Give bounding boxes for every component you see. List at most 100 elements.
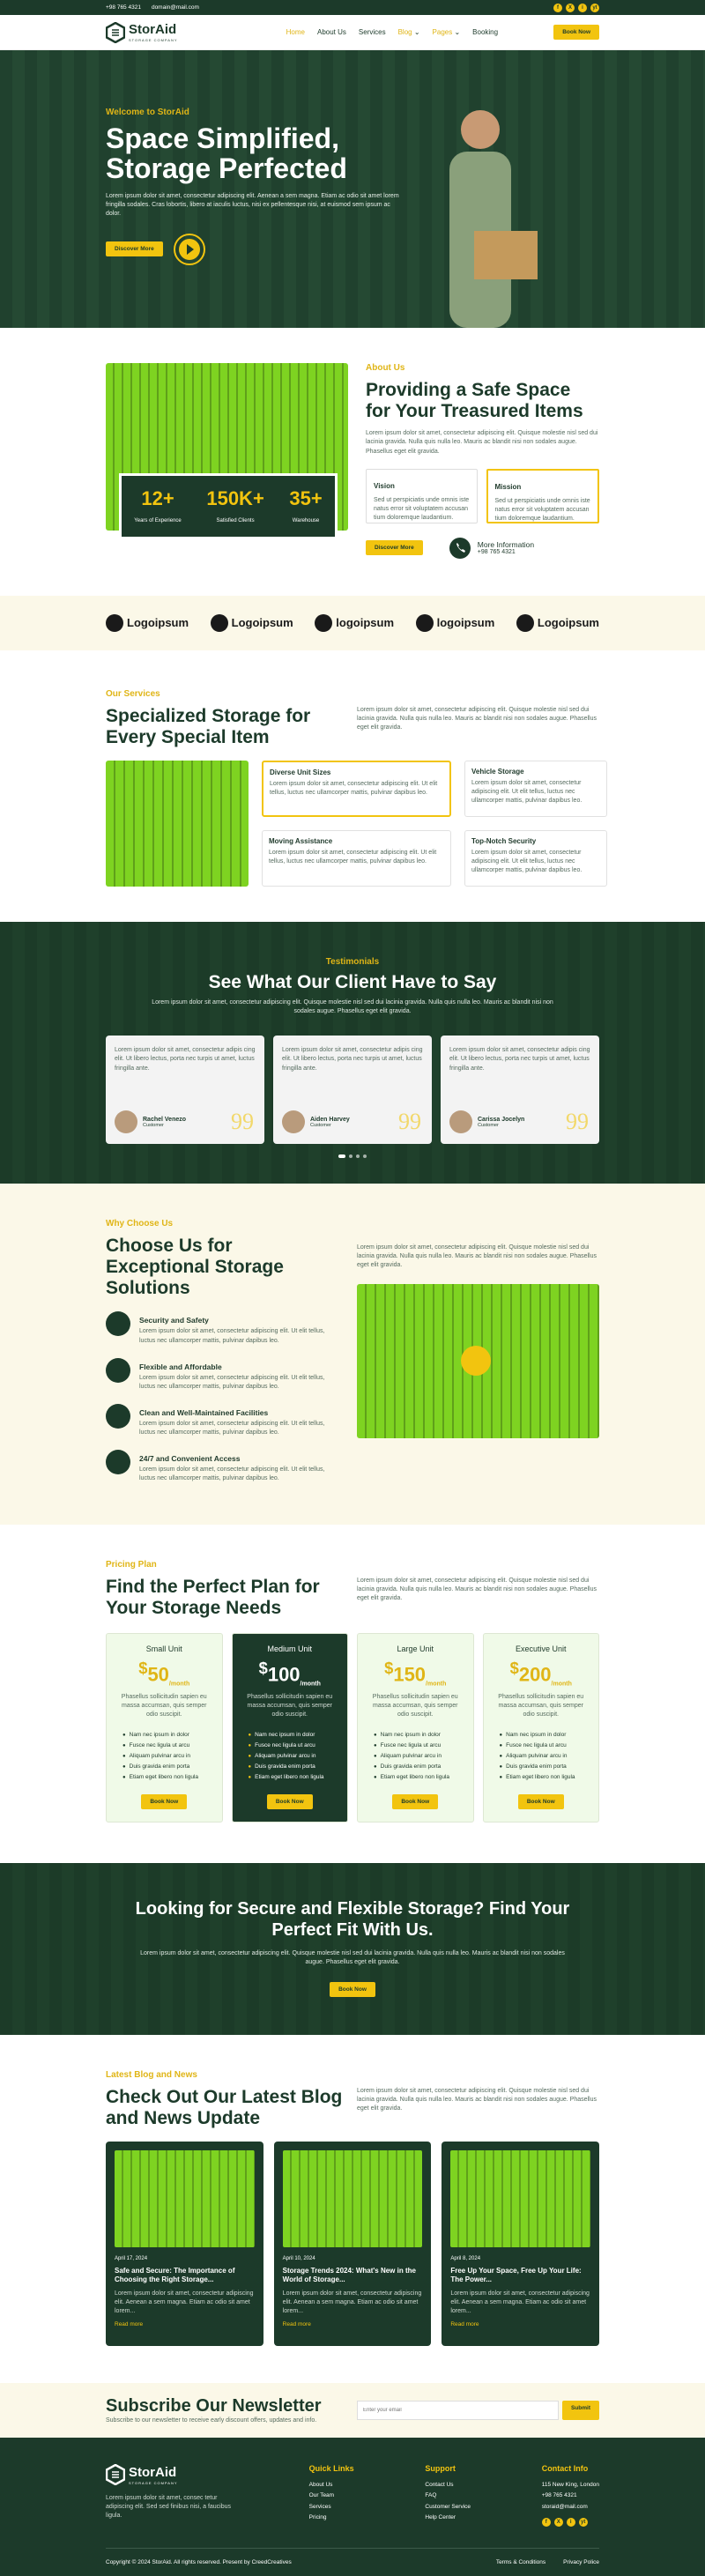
pricing-text: Lorem ipsum dolor sit amet, consectetur … [357,1577,597,1601]
footer-link[interactable]: Pricing [309,2513,354,2523]
about-phone: +98 765 4321 [477,549,516,556]
carousel-dots[interactable] [106,1154,599,1159]
newsletter-email-input[interactable] [357,2401,559,2421]
x-icon[interactable]: X [553,2518,563,2528]
footer-link[interactable]: Customer Service [425,2502,471,2513]
terms-link[interactable]: Terms & Conditions [496,2559,545,2565]
service-card[interactable]: Top-Notch Security Lorem ipsum dolor sit … [464,829,607,887]
footer-link[interactable]: Contact Us [425,2480,471,2491]
hero-section: Welcome to StorAid Space Simplified, Sto… [0,50,705,328]
phone-icon [449,537,471,559]
blog-card[interactable]: April 17, 2024 Safe and Secure: The Impor… [106,2142,263,2347]
shield-icon [106,1311,130,1337]
blog-card[interactable]: April 8, 2024 Free Up Your Space, Free Up… [442,2142,600,2347]
facebook-icon[interactable]: f [541,2518,551,2528]
blog-image [282,2150,423,2248]
more-info-label: More Information [477,540,535,550]
cta-book-button[interactable]: Book Now [330,1982,375,1998]
why-video [357,1284,599,1439]
testimonials-title: See What Our Client Have to Say [208,971,497,992]
about-discover-button[interactable]: Discover More [366,540,423,556]
privacy-link[interactable]: Privacy Police [563,2559,599,2565]
copyright-text: Copyright © 2024 StorAid. All rights res… [106,2559,292,2566]
phone-text: +98 765 4321 [106,4,141,11]
plan-book-button[interactable]: Book Now [392,1794,439,1810]
blog-date: April 17, 2024 [115,2256,148,2262]
footer-about: Lorem ipsum dolor sit amet, consec tetur… [106,2495,232,2520]
wallet-icon [106,1357,130,1383]
why-title: Choose Us for Exceptional Storage Soluti… [106,1235,284,1299]
nav-booking[interactable]: Booking [472,28,498,36]
footer-link[interactable]: Our Team [309,2491,354,2501]
youtube-icon[interactable]: yt [578,2518,588,2528]
plan-book-button[interactable]: Book Now [517,1794,564,1810]
nav-home[interactable]: Home [286,28,305,36]
service-card[interactable]: Moving Assistance Lorem ipsum dolor sit a… [262,829,451,887]
nav-pages[interactable]: Pages ⌄ [433,28,461,36]
footer-logo[interactable]: StorAid STORAGE COMPANY [106,2464,238,2486]
x-icon[interactable]: X [566,3,575,12]
partner-logo: Logoipsum [210,613,293,632]
blog-card[interactable]: April 10, 2024 Storage Trends 2024: What'… [273,2142,432,2347]
instagram-icon[interactable]: i [578,3,587,12]
instagram-icon[interactable]: i [566,2518,575,2528]
play-icon[interactable] [461,1346,491,1377]
blog-image [115,2150,255,2248]
footer-link[interactable]: Services [309,2502,354,2513]
about-section: 12+ Years of Experience 150K+ Satisfied Cl… [0,328,705,596]
nav-about[interactable]: About Us [317,28,346,36]
about-text: Lorem ipsum dolor sit amet, consectetur … [366,430,598,455]
cta-text: Lorem ipsum dolor sit amet, consectetur … [140,1949,565,1965]
service-card[interactable]: Diverse Unit Sizes Lorem ipsum dolor sit … [262,760,451,817]
newsletter-submit-button[interactable]: Submit [561,2401,599,2421]
book-now-button[interactable]: Book Now [553,25,599,40]
cta-title: Looking for Secure and Flexible Storage?… [135,1898,570,1940]
logo-icon [106,2464,125,2486]
read-more-link[interactable]: Read more [283,2321,423,2327]
blog-date: April 8, 2024 [450,2256,481,2262]
youtube-icon[interactable]: yt [590,3,599,12]
stats-box: 12+ Years of Experience 150K+ Satisfied Cl… [119,473,338,539]
price-card: Small Unit $50/month Phasellus sollicitu… [106,1632,223,1823]
partner-logo: logoipsum [315,613,394,632]
top-bar: +98 765 4321 domain@mail.com f X i yt [0,0,705,15]
footer-link[interactable]: FAQ [425,2491,471,2501]
nav-blog[interactable]: Blog ⌄ [398,28,420,36]
discover-more-button[interactable]: Discover More [106,241,163,257]
read-more-link[interactable]: Read more [115,2321,255,2327]
footer-link[interactable]: About Us [309,2480,354,2491]
why-section: Why Choose Us Choose Us for Exceptional … [0,1183,705,1525]
services-kicker: Our Services [106,688,160,699]
testimonials-kicker: Testimonials [325,956,380,967]
pricing-kicker: Pricing Plan [106,1559,157,1570]
blog-section: Latest Blog and News Check Out Our Lates… [0,2035,705,2383]
service-card[interactable]: Vehicle Storage Lorem ipsum dolor sit ame… [464,760,607,817]
plan-book-button[interactable]: Book Now [141,1794,188,1810]
hero-kicker: Welcome to StorAid [106,108,189,117]
nav-services[interactable]: Services [359,28,386,36]
services-image [106,760,249,887]
vision-card: Vision Sed ut perspiciatis unde omnis ist… [366,468,478,523]
plan-book-button[interactable]: Book Now [266,1794,313,1810]
email-text: domain@mail.com [151,4,199,11]
about-title: Providing a Safe Space for Your Treasure… [366,380,583,422]
stat-warehouse: 35+ Warehouse [289,486,323,523]
main-nav: StorAid STORAGE COMPANY Home About Us Ser… [0,15,705,50]
avatar [282,1110,305,1134]
blog-kicker: Latest Blog and News [106,2069,197,2080]
blog-image [450,2150,591,2248]
cta-section: Looking for Secure and Flexible Storage?… [0,1862,705,2035]
footer-link[interactable]: Help Center [425,2513,471,2523]
newsletter-title: Subscribe Our Newsletter [106,2395,322,2416]
why-kicker: Why Choose Us [106,1218,174,1229]
services-title: Specialized Storage for Every Special It… [106,705,311,747]
contact-info: Contact Info 115 New King, London +98 765 … [541,2464,599,2528]
blog-title: Check Out Our Latest Blog and News Updat… [106,2086,343,2128]
play-video-icon[interactable] [173,233,205,265]
logo[interactable]: StorAid STORAGE COMPANY [106,21,178,43]
read-more-link[interactable]: Read more [450,2321,590,2327]
nav-blog-label: Blog [397,28,412,36]
partner-logos: Logoipsum Logoipsum logoipsum logoipsum … [0,595,705,650]
footer: StorAid STORAGE COMPANY Lorem ipsum dolor… [0,2438,705,2576]
facebook-icon[interactable]: f [553,3,562,12]
